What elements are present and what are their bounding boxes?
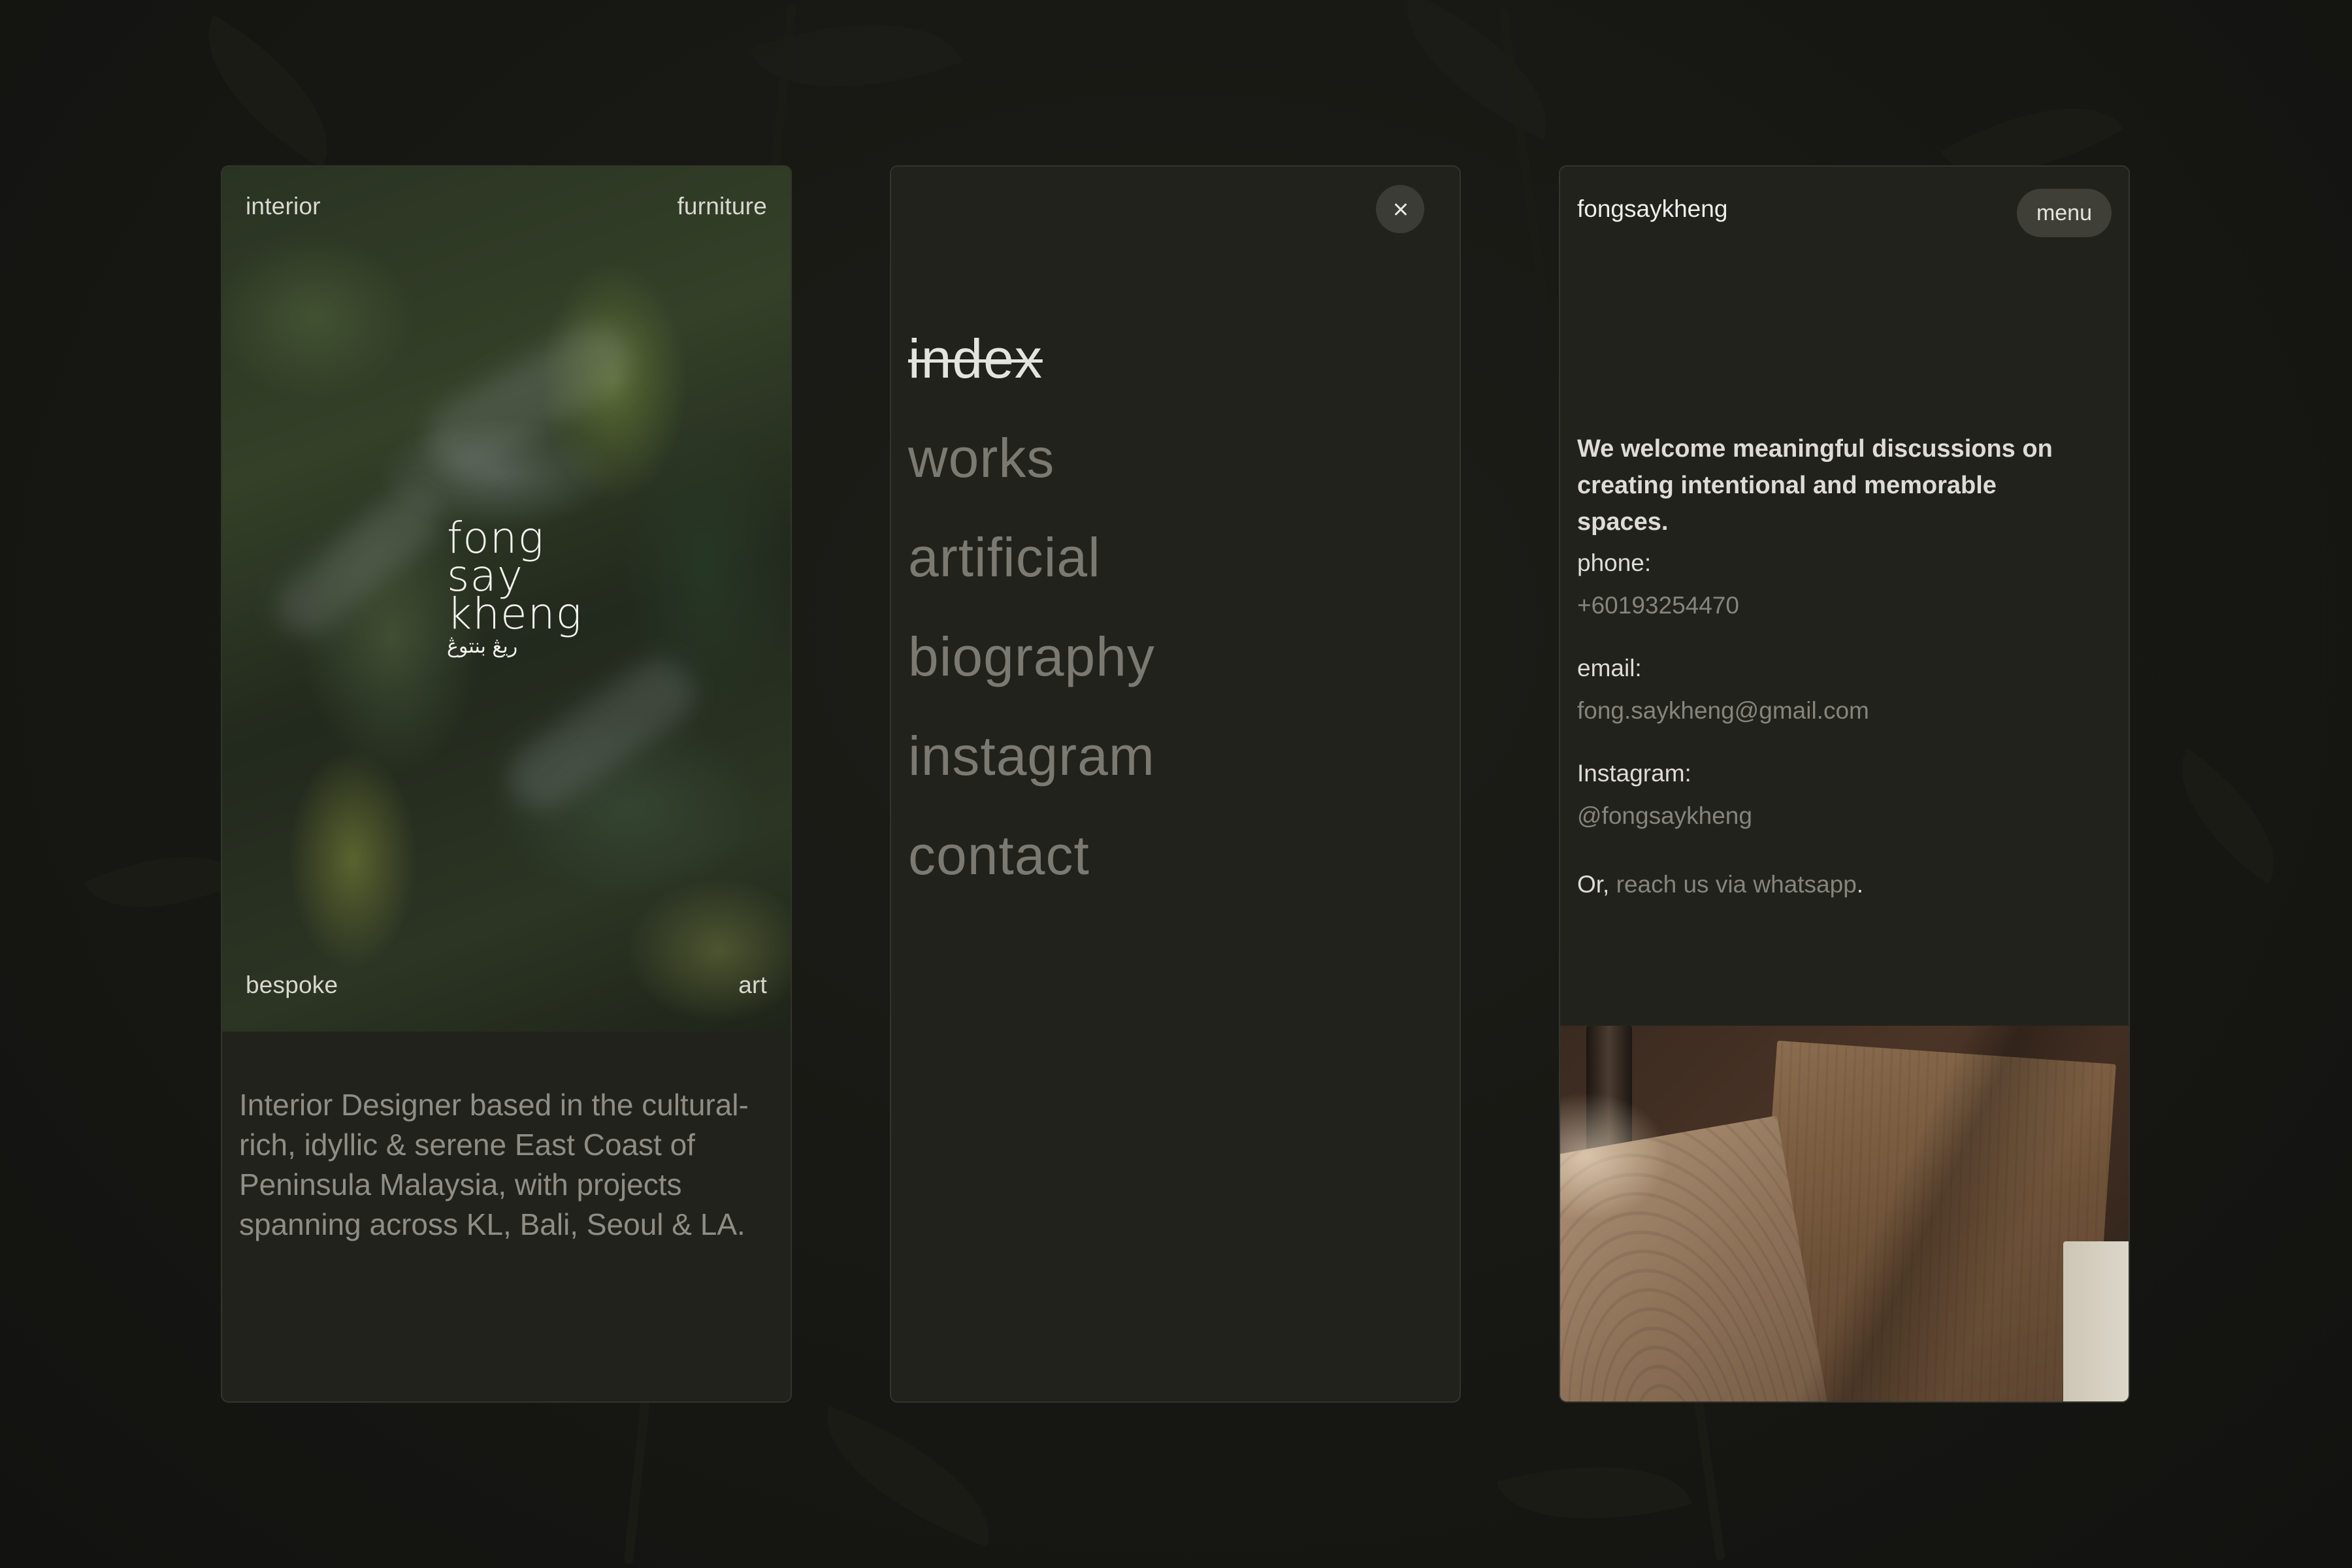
welcome-heading: We welcome meaningful discussions on cre…	[1577, 435, 2053, 536]
whatsapp-link[interactable]: reach us via whatsapp	[1616, 871, 1857, 898]
background-leaf	[1496, 1434, 1692, 1552]
main-menu: index works artificial biography instagr…	[908, 309, 1155, 905]
logo-jawi-script: ريڠ بنتوڠ	[447, 635, 518, 658]
email-label: email:	[1577, 655, 1642, 681]
sunlight-overlay	[1560, 1026, 2129, 1401]
contact-card: fongsaykheng menu We welcome meaningful …	[1559, 165, 2130, 1403]
background-leaf	[2150, 748, 2306, 885]
menu-item-index[interactable]: index	[908, 309, 1155, 408]
nav-bespoke-link[interactable]: bespoke	[246, 972, 338, 999]
phone-label: phone:	[1577, 549, 1652, 576]
brand-home-link[interactable]: fongsaykheng	[1577, 195, 1727, 223]
intro-paragraph: Interior Designer based in the cultural-…	[239, 1088, 749, 1241]
menu-item-artificial[interactable]: artificial	[908, 508, 1155, 607]
whatsapp-prefix: Or,	[1577, 871, 1616, 898]
hero-light-streak	[415, 312, 644, 485]
instagram-label: Instagram:	[1577, 760, 1691, 787]
nav-art-link[interactable]: art	[738, 972, 767, 999]
brand-logo: fong say kheng ريڠ بنتوڠ	[447, 517, 583, 658]
menu-item-instagram[interactable]: instagram	[908, 706, 1155, 806]
hero-foliage-video: interior furniture bespoke art fong say …	[222, 167, 791, 1032]
menu-item-works[interactable]: works	[908, 408, 1155, 508]
background-leaf	[84, 822, 242, 942]
menu-button[interactable]: menu	[2016, 189, 2112, 237]
nav-furniture-link[interactable]: furniture	[677, 193, 767, 220]
showcase-stage: interior furniture bespoke art fong say …	[0, 0, 2352, 1568]
close-icon[interactable]	[1376, 185, 1424, 233]
menu-item-biography[interactable]: biography	[908, 607, 1155, 706]
menu-card: index works artificial biography instagr…	[890, 165, 1461, 1403]
wood-samples-photo	[1560, 1026, 2129, 1401]
nav-interior-link[interactable]: interior	[246, 193, 321, 220]
whatsapp-suffix: .	[1856, 871, 1864, 898]
background-leaf	[1377, 0, 1576, 140]
menu-item-contact[interactable]: contact	[908, 806, 1155, 905]
whatsapp-line: Or, reach us via whatsapp.	[1577, 871, 1863, 898]
home-card: interior furniture bespoke art fong say …	[221, 165, 792, 1403]
background-leaf	[174, 15, 361, 168]
hero-light-streak	[497, 648, 706, 822]
email-link[interactable]: fong.saykheng@gmail.com	[1577, 697, 1869, 725]
instagram-link[interactable]: @fongsaykheng	[1577, 802, 1752, 830]
hero-light-streak	[265, 476, 453, 647]
phone-link[interactable]: +60193254470	[1577, 592, 1739, 619]
background-leaf	[802, 1406, 1014, 1547]
logo-line-kheng: kheng	[447, 589, 583, 639]
